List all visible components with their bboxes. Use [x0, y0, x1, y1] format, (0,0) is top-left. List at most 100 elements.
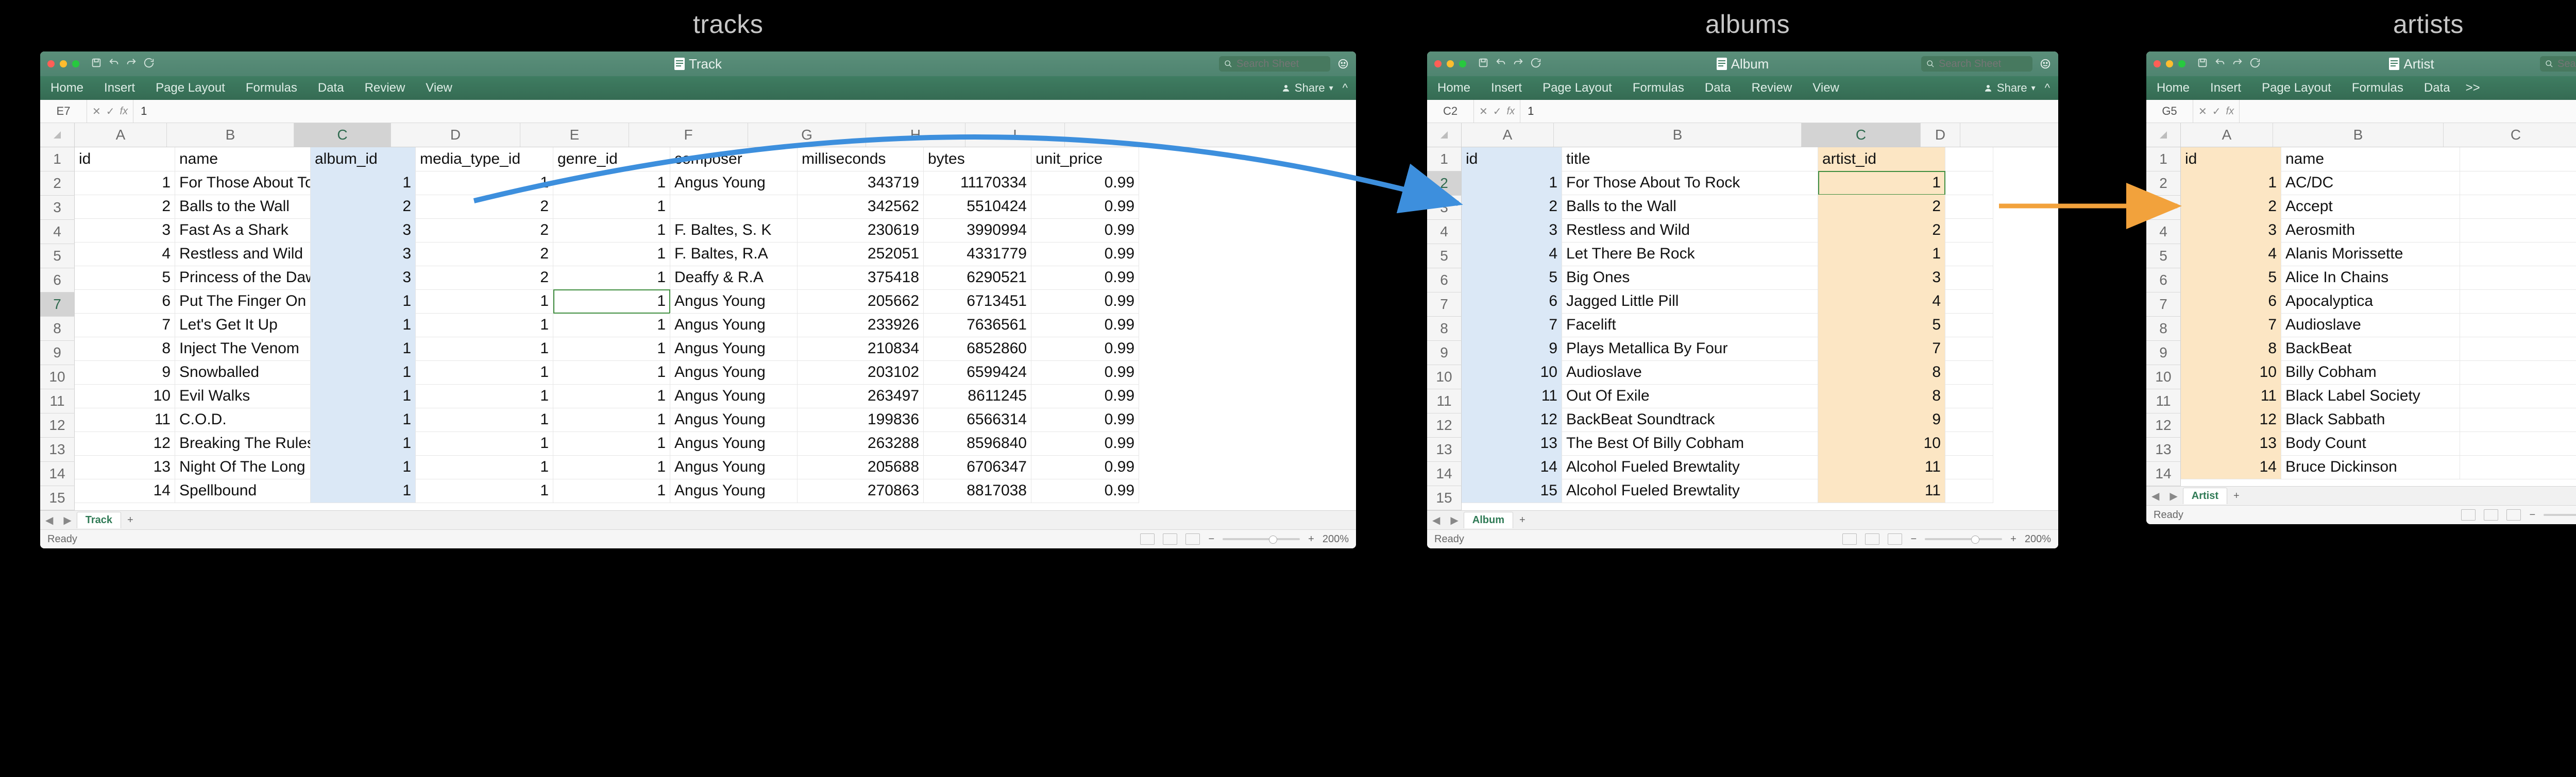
cell[interactable]: 7 [1462, 313, 1562, 337]
sheet-tab[interactable]: Track [77, 512, 121, 528]
ribbon-tab-home[interactable]: Home [2146, 81, 2200, 95]
cell[interactable]: 2 [1818, 218, 1945, 243]
row-header-12[interactable]: 12 [40, 413, 75, 438]
view-page-layout-icon[interactable] [1865, 533, 1879, 545]
header-cell[interactable]: title [1562, 147, 1818, 171]
cell[interactable]: 8 [1818, 384, 1945, 408]
cell[interactable]: 11 [1818, 479, 1945, 503]
ribbon-tab-home[interactable]: Home [40, 81, 94, 95]
cell[interactable]: 1 [553, 479, 670, 503]
fx-icon[interactable]: fx [120, 106, 128, 117]
cell[interactable]: 10 [2181, 360, 2281, 385]
cell[interactable]: 8817038 [924, 479, 1031, 503]
cell[interactable]: 199836 [798, 408, 924, 432]
sheet-next-icon[interactable]: ▶ [58, 514, 76, 527]
cell[interactable]: 1 [553, 337, 670, 361]
cell[interactable]: 7 [1818, 337, 1945, 361]
sheet-prev-icon[interactable]: ◀ [2146, 490, 2164, 503]
accept-icon[interactable]: ✓ [1493, 105, 1502, 118]
cell[interactable]: Angus Young [670, 171, 798, 195]
cell[interactable]: 0.99 [1031, 384, 1139, 408]
cell[interactable]: 13 [75, 455, 175, 479]
cell[interactable]: Alcohol Fueled Brewtality [1562, 479, 1818, 503]
row-header-9[interactable]: 9 [1427, 341, 1462, 365]
cell[interactable] [2460, 171, 2576, 195]
row-header-5[interactable]: 5 [1427, 244, 1462, 268]
cell[interactable]: Facelift [1562, 313, 1818, 337]
cell[interactable] [2460, 337, 2576, 361]
cell[interactable]: 263497 [798, 384, 924, 408]
smiley-icon[interactable] [1337, 58, 1349, 70]
cell[interactable]: 0.99 [1031, 313, 1139, 337]
undo-icon[interactable] [108, 57, 120, 71]
cell[interactable]: 5 [2181, 266, 2281, 290]
cell[interactable]: 1 [553, 455, 670, 479]
cell[interactable]: 6 [75, 289, 175, 314]
col-header-B[interactable]: B [167, 123, 294, 147]
cell[interactable]: 252051 [798, 242, 924, 266]
select-all[interactable] [40, 123, 75, 147]
cell[interactable]: 3 [1462, 218, 1562, 243]
col-header-I[interactable]: I [965, 123, 1065, 147]
view-normal-icon[interactable] [1140, 533, 1155, 545]
ribbon-tab-page-layout[interactable]: Page Layout [1532, 81, 1622, 95]
cell[interactable]: 233926 [798, 313, 924, 337]
row-header-12[interactable]: 12 [1427, 413, 1462, 438]
formula-input[interactable]: 1 [1520, 105, 2058, 118]
cell[interactable] [2460, 384, 2576, 408]
cell[interactable]: Put The Finger On You [175, 289, 311, 314]
cell[interactable]: Angus Young [670, 408, 798, 432]
zoom-slider[interactable] [1223, 538, 1300, 540]
ribbon-more[interactable]: >> [2461, 81, 2485, 95]
cell[interactable]: 1 [1818, 242, 1945, 266]
cell[interactable]: 10 [1818, 431, 1945, 456]
zoom-slider[interactable] [1925, 538, 2002, 540]
row-header-2[interactable]: 2 [1427, 171, 1462, 196]
col-header-C[interactable]: C [2444, 123, 2576, 147]
cell[interactable]: 1 [416, 455, 553, 479]
cell[interactable]: Aerosmith [2281, 218, 2460, 243]
repeat-icon[interactable] [1530, 57, 1541, 71]
sheet-next-icon[interactable]: ▶ [2164, 490, 2182, 503]
fx-icon[interactable]: fx [1507, 106, 1515, 117]
cell[interactable] [1945, 313, 1993, 337]
cell[interactable]: 15 [1462, 479, 1562, 503]
header-cell[interactable]: unit_price [1031, 147, 1139, 171]
cell[interactable]: 1 [553, 171, 670, 195]
row-header-9[interactable]: 9 [2146, 341, 2181, 365]
col-header-G[interactable]: G [748, 123, 866, 147]
header-cell[interactable]: name [2281, 147, 2460, 171]
cell[interactable]: 1 [553, 218, 670, 243]
cell[interactable]: 1 [553, 408, 670, 432]
cell[interactable]: F. Baltes, R.A [670, 242, 798, 266]
row-header-7[interactable]: 7 [1427, 292, 1462, 317]
row-header-15[interactable]: 15 [40, 486, 75, 510]
maximize-icon[interactable] [72, 60, 79, 67]
cell[interactable] [2460, 360, 2576, 385]
cell[interactable]: 1 [75, 171, 175, 195]
cell[interactable]: 1 [311, 479, 416, 503]
col-header-A[interactable]: A [2181, 123, 2273, 147]
cell[interactable]: 3 [311, 218, 416, 243]
cell[interactable]: Restless and Wild [175, 242, 311, 266]
col-header-C[interactable]: C [294, 123, 391, 147]
cell[interactable] [1945, 431, 1993, 456]
row-header-3[interactable]: 3 [2146, 196, 2181, 220]
ribbon-tab-data[interactable]: Data [308, 81, 354, 95]
cell[interactable]: 3 [1818, 266, 1945, 290]
cell[interactable]: 2 [311, 195, 416, 219]
close-icon[interactable] [1434, 60, 1442, 67]
cell[interactable]: 10 [1462, 360, 1562, 385]
cell[interactable]: 8 [1818, 360, 1945, 385]
repeat-icon[interactable] [143, 57, 155, 71]
undo-icon[interactable] [2214, 57, 2226, 71]
cell[interactable]: 203102 [798, 360, 924, 385]
cell[interactable]: F. Baltes, S. K [670, 218, 798, 243]
cell[interactable]: 3 [75, 218, 175, 243]
col-header-F[interactable]: F [629, 123, 748, 147]
cell[interactable]: 2 [416, 242, 553, 266]
ribbon-tab-review[interactable]: Review [354, 81, 416, 95]
cell[interactable]: 1 [553, 242, 670, 266]
cell[interactable]: 3 [2181, 218, 2281, 243]
cell[interactable]: 1 [416, 384, 553, 408]
